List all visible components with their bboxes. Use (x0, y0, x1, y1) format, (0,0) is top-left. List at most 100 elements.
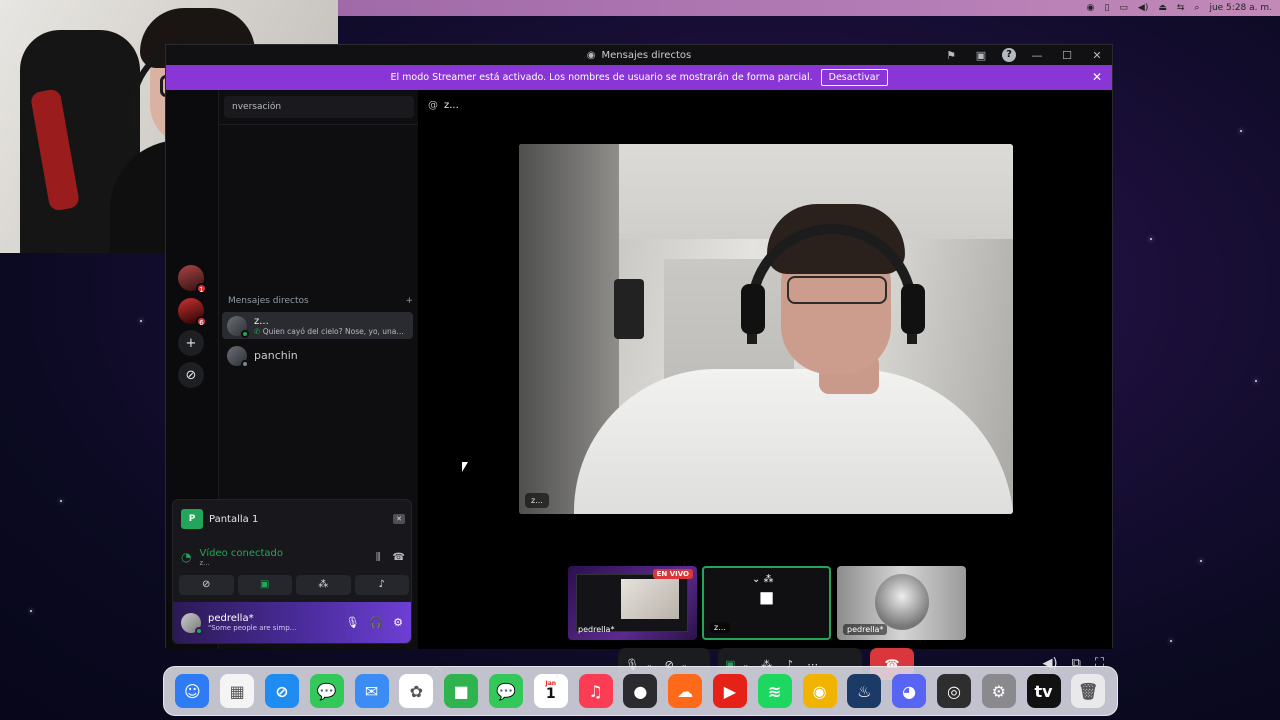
video-camera-icon: ■ (758, 587, 775, 607)
stop-stream-icon[interactable]: ✕ (393, 514, 405, 524)
discord-window: ◉ Mensajes directos ⚑ ▣ ? — ☐ ✕ El modo … (165, 44, 1113, 680)
phone-icon[interactable]: ▯ (1104, 0, 1109, 16)
headphones-icon[interactable]: 🎧 (369, 616, 383, 629)
messages-alt-icon[interactable]: 💬 (488, 674, 523, 708)
screen-share-row[interactable]: P Pantalla 1 ✕ (181, 508, 405, 530)
username: pedrella* (208, 613, 254, 624)
dm-name: panchin (254, 349, 298, 362)
screen-share-thumb: P (181, 509, 203, 529)
voice-connection-panel: P Pantalla 1 ✕ ◔ Vídeo conectado z... ⫼ … (172, 499, 412, 644)
server-avatar-2[interactable]: 6 (178, 298, 207, 327)
noise-suppression-icon[interactable]: ⫼ (376, 552, 381, 563)
video-person-body (574, 369, 1013, 514)
flag-icon[interactable]: ⚑ (942, 49, 960, 62)
display-icon[interactable]: ▭ (1119, 0, 1128, 16)
custom-status: "Some people are simp... (208, 624, 297, 632)
close-banner-icon[interactable]: ✕ (1092, 70, 1102, 84)
gear-icon[interactable]: ⚙ (393, 616, 403, 629)
notification-badge: 6 (196, 316, 207, 327)
dm-header-label: Mensajes directos (228, 296, 309, 306)
explore-servers-icon[interactable]: ⊘ (178, 362, 204, 388)
steam-icon[interactable]: ♨ (847, 674, 882, 708)
camera-off-button[interactable]: ⊘ (179, 575, 234, 595)
facetime-icon[interactable]: ■ (444, 674, 479, 708)
settings-icon[interactable]: ⚙ (981, 674, 1016, 708)
voice-status-row: ◔ Vídeo conectado z... ⫼ ☎ (181, 544, 405, 570)
find-conversation-button[interactable]: nversación (224, 96, 414, 118)
add-server-icon[interactable]: + (178, 330, 204, 356)
inbox-icon[interactable]: ▣ (972, 49, 990, 62)
mail-icon[interactable]: ✉ (354, 674, 389, 708)
dm-item-panchin[interactable]: panchin (222, 342, 413, 369)
calendar-day: 1 (545, 686, 556, 702)
music-icon[interactable]: ♫ (578, 674, 613, 708)
launchpad-icon[interactable]: ▦ (220, 674, 255, 708)
safari-icon[interactable]: ⊘ (264, 674, 299, 708)
live-badge: EN VIVO (652, 569, 693, 579)
menubar-clock[interactable]: jue 5:28 a. m. (1209, 0, 1272, 16)
eject-icon[interactable]: ⏏ (1158, 0, 1167, 16)
server-avatar-1[interactable]: 1 (178, 265, 207, 294)
window-titlebar: ◉ Mensajes directos ⚑ ▣ ? — ☐ ✕ (166, 45, 1112, 65)
screen-share-button[interactable]: ▣ (237, 575, 292, 595)
disconnect-icon[interactable]: ☎ (393, 552, 405, 563)
maximize-button[interactable]: ☐ (1058, 49, 1076, 62)
participant-tile-self[interactable]: pedrella* (837, 566, 966, 640)
call-recipient: z... (444, 100, 459, 111)
voice-status: Vídeo conectado (199, 547, 284, 559)
photos-icon[interactable]: ✿ (399, 674, 434, 708)
signal-icon[interactable]: ◔ (181, 550, 191, 564)
spotify-icon[interactable]: ≋ (757, 674, 792, 708)
volume-icon[interactable]: ◀) (1138, 0, 1148, 16)
deactivate-streamer-button[interactable]: Desactivar (820, 69, 888, 86)
search-icon[interactable]: ⌕ (1194, 0, 1199, 16)
streamer-mode-banner: El modo Streamer está activado. Los nomb… (166, 65, 1112, 90)
dm-item-z[interactable]: z... ✆ Quien cayó del cielo? Nose, yo, u… (222, 312, 413, 339)
avatar (227, 315, 249, 338)
avatar[interactable] (181, 612, 203, 635)
trash-icon[interactable]: 🗑 (1071, 674, 1106, 708)
avatar (227, 345, 249, 368)
call-header: @ z... (428, 100, 459, 111)
participant-name: z... (710, 622, 730, 633)
voice-channel: z... (199, 558, 210, 567)
user-panel: pedrella* "Some people are simp... 🎙 🎧 ⚙ (173, 602, 411, 643)
dm-subtitle: Quien cayó del cielo? Nose, yo, una e... (262, 326, 404, 336)
help-icon[interactable]: ? (1002, 48, 1016, 62)
streamer-banner-text: El modo Streamer está activado. Los nomb… (390, 72, 813, 83)
dock: ☺ ▦ ⊘ 💬 ✉ ✿ ■ 💬 Jan 1 ♫ ● ☁ ▶ ≋ ◉ ♨ ◕ ◎ ⚙ tv 🗑 (163, 666, 1118, 716)
main-video-tile[interactable]: z... (519, 144, 1013, 514)
discord-icon[interactable]: ◕ (892, 674, 927, 708)
tv-icon[interactable]: tv (1026, 674, 1061, 708)
messages-icon[interactable]: 💬 (309, 674, 344, 708)
chrome-icon[interactable]: ◉ (802, 674, 837, 708)
participant-tile-stream[interactable]: EN VIVO pedrella* (568, 566, 697, 640)
notification-badge: 1 (196, 283, 207, 294)
dm-name: z... (254, 315, 269, 327)
soundboard-button[interactable]: ♪ (354, 575, 409, 595)
participant-name: pedrella* (843, 624, 888, 635)
close-window-button[interactable]: ✕ (1088, 49, 1106, 62)
youtube-icon[interactable]: ▶ (712, 674, 747, 708)
user-circle-icon[interactable]: ◉ (1087, 0, 1095, 16)
voice-action-buttons: ⊘ ▣ ⁂ ♪ (179, 575, 409, 595)
soundcloud-icon[interactable]: ☁ (668, 674, 703, 708)
calendar-icon[interactable]: Jan 1 (533, 674, 568, 708)
microphone-icon[interactable]: 🎙 (345, 616, 359, 629)
apple-tv-app-icon[interactable]: ● (623, 674, 658, 708)
glasses (787, 276, 887, 304)
create-dm-icon[interactable]: + (405, 296, 413, 306)
divider (219, 124, 419, 125)
network-icon[interactable]: ⇆ (1177, 0, 1185, 16)
obs-icon[interactable]: ◎ (936, 674, 971, 708)
phone-icon: ✆ (254, 326, 261, 336)
finder-icon[interactable]: ☺ (175, 674, 210, 708)
minimize-button[interactable]: — (1028, 49, 1046, 62)
participant-tile-z[interactable]: ⌄ ⁂ ■ z... (702, 566, 831, 640)
activities-button[interactable]: ⁂ (296, 575, 351, 595)
dm-section-header: Mensajes directos + (228, 296, 413, 306)
system-menubar: ◉ ▯ ▭ ◀) ⏏ ⇆ ⌕ jue 5:28 a. m. (338, 0, 1280, 16)
screen-share-label: Pantalla 1 (209, 513, 259, 525)
participant-strip: EN VIVO pedrella* ⌄ ⁂ ■ z... pedrella* (568, 566, 968, 640)
chevron-down-icon[interactable]: ⌄ ⁂ (752, 574, 774, 585)
